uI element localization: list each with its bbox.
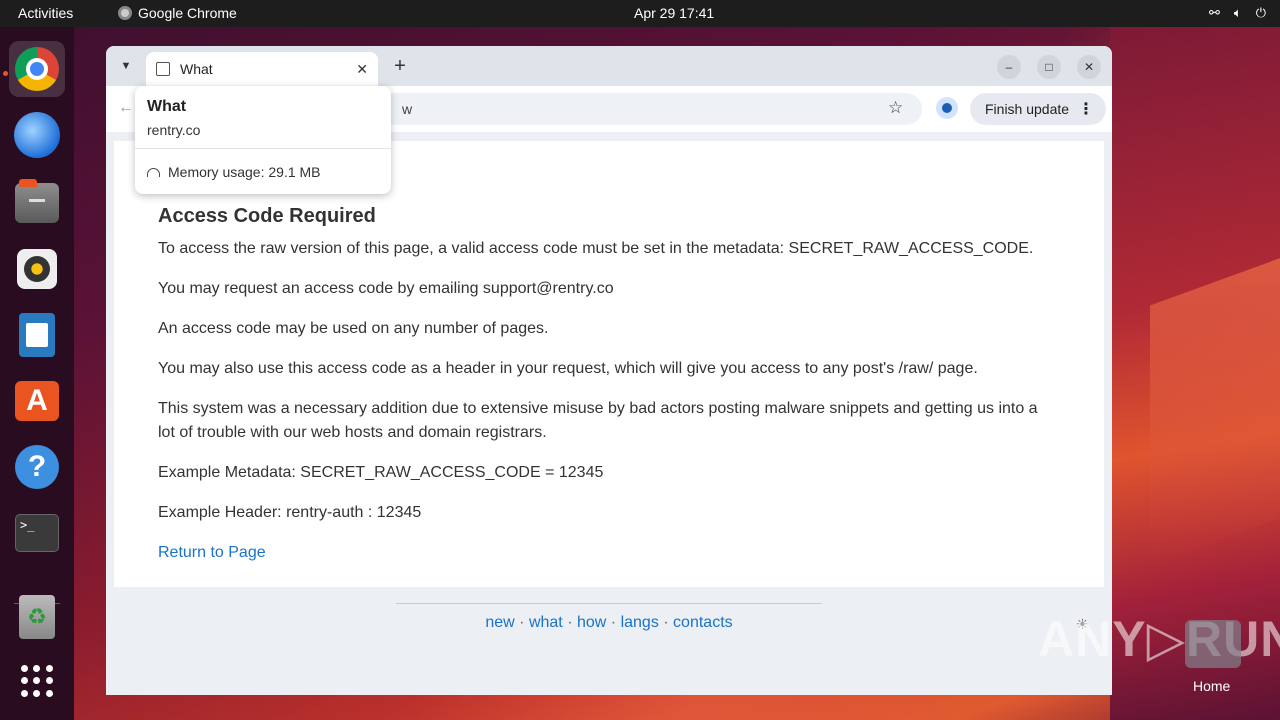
separator: ·: [663, 614, 669, 631]
dock: A ? >_ ♻: [0, 27, 74, 720]
back-arrow-icon[interactable]: ←: [118, 99, 134, 117]
wallpaper-shape: [1150, 254, 1280, 566]
footer-link-contacts[interactable]: contacts: [673, 614, 733, 631]
thunderbird-icon: [14, 112, 60, 158]
system-tray[interactable]: ⚯ 🔈︎ ⏻: [1209, 5, 1266, 21]
paragraph: An access code may be used on any number…: [158, 320, 549, 337]
close-icon: ✕: [1083, 60, 1095, 74]
network-icon: ⚯: [1208, 5, 1220, 20]
url-text: w: [402, 101, 413, 117]
dock-files[interactable]: [9, 175, 65, 231]
dock-chrome[interactable]: [9, 41, 65, 97]
plus-icon: +: [394, 54, 406, 77]
paragraph: This system was a necessary addition due…: [158, 400, 1038, 441]
paragraph: You may also use this access code as a h…: [158, 360, 978, 377]
profile-icon[interactable]: [936, 97, 958, 119]
clock[interactable]: Apr 29 17:41: [634, 5, 714, 21]
footer-nav: new · what · how · langs · contacts: [106, 614, 1112, 632]
help-icon: ?: [15, 445, 59, 489]
hover-card-title: What: [147, 98, 187, 115]
tab-search-button[interactable]: ▼: [114, 54, 138, 78]
footer-link-langs[interactable]: langs: [621, 614, 659, 631]
finish-update-label: Finish update: [985, 101, 1070, 117]
trash-icon: ♻: [19, 595, 55, 639]
favicon-icon: [156, 62, 170, 76]
paragraph: To access the raw version of this page, …: [158, 240, 1034, 257]
minimize-icon: –: [1005, 60, 1013, 74]
tab-strip: ▼ What ✕ + – □ ✕: [106, 46, 1112, 86]
activities-button[interactable]: Activities: [18, 5, 73, 21]
bookmark-star-icon[interactable]: ☆: [888, 98, 903, 118]
dock-thunderbird[interactable]: [9, 107, 65, 163]
app-center-icon: A: [15, 381, 59, 421]
separator: ·: [567, 614, 573, 631]
hover-card-divider: [135, 148, 391, 149]
chrome-icon: [15, 47, 59, 91]
libreoffice-writer-icon: [19, 313, 55, 357]
paragraph: You may request an access code by emaili…: [158, 280, 614, 297]
memory-usage-label: Memory usage: 29.1 MB: [168, 164, 321, 180]
home-folder-icon[interactable]: [1185, 620, 1241, 668]
tab-hover-card: What rentry.co Memory usage: 29.1 MB: [135, 86, 391, 194]
close-window-button[interactable]: ✕: [1077, 55, 1101, 79]
maximize-icon: □: [1045, 60, 1053, 74]
paragraph: Example Metadata: SECRET_RAW_ACCESS_CODE…: [158, 464, 604, 481]
separator: ·: [519, 614, 525, 631]
top-bar: Activities Google Chrome Apr 29 17:41 ⚯ …: [0, 0, 1280, 27]
show-apps-icon: [21, 665, 53, 697]
dock-help[interactable]: ?: [9, 439, 65, 495]
footer-link-what[interactable]: what: [529, 614, 563, 631]
minimize-button[interactable]: –: [997, 55, 1021, 79]
dock-app-center[interactable]: A: [9, 373, 65, 429]
footer-link-how[interactable]: how: [577, 614, 606, 631]
tab-title: What: [180, 61, 213, 77]
finish-update-button[interactable]: Finish update ⋮: [970, 93, 1106, 125]
volume-icon: 🔈︎: [1233, 5, 1242, 20]
return-to-page-link[interactable]: Return to Page: [158, 544, 266, 561]
app-menu[interactable]: Google Chrome: [118, 5, 237, 21]
rhythmbox-icon: [17, 249, 57, 289]
home-label: Home: [1193, 678, 1231, 694]
hover-card-url: rentry.co: [147, 122, 201, 138]
memory-usage: Memory usage: 29.1 MB: [147, 164, 321, 180]
chevron-down-icon: ▼: [120, 60, 132, 72]
files-icon: [15, 179, 59, 223]
new-tab-button[interactable]: +: [388, 54, 412, 78]
power-icon: ⏻: [1255, 5, 1266, 20]
content-card: Access Code Required To access the raw v…: [114, 141, 1104, 587]
tab-what[interactable]: What ✕: [146, 52, 378, 86]
footer-link-new[interactable]: new: [485, 614, 514, 631]
dock-rhythmbox[interactable]: [9, 241, 65, 297]
app-name-label: Google Chrome: [138, 5, 237, 21]
anyrun-watermark: ANY▷RUN: [1038, 611, 1280, 667]
maximize-button[interactable]: □: [1037, 55, 1061, 79]
separator: ·: [610, 614, 617, 631]
terminal-icon: >_: [15, 514, 59, 552]
more-vert-icon[interactable]: ⋮: [1078, 99, 1094, 119]
dock-terminal[interactable]: >_: [9, 505, 65, 561]
dock-show-apps[interactable]: [9, 653, 65, 709]
paragraph: Example Header: rentry-auth : 12345: [158, 504, 422, 521]
chrome-icon: [118, 6, 132, 20]
dock-writer[interactable]: [9, 307, 65, 363]
close-icon[interactable]: ✕: [356, 61, 368, 78]
footer-divider: [396, 603, 822, 604]
dock-trash[interactable]: ♻: [9, 589, 65, 645]
page-title: Access Code Required: [158, 205, 376, 227]
running-indicator: [3, 71, 8, 76]
page-content: Access Code Required To access the raw v…: [106, 132, 1112, 695]
gauge-icon: [147, 167, 160, 177]
